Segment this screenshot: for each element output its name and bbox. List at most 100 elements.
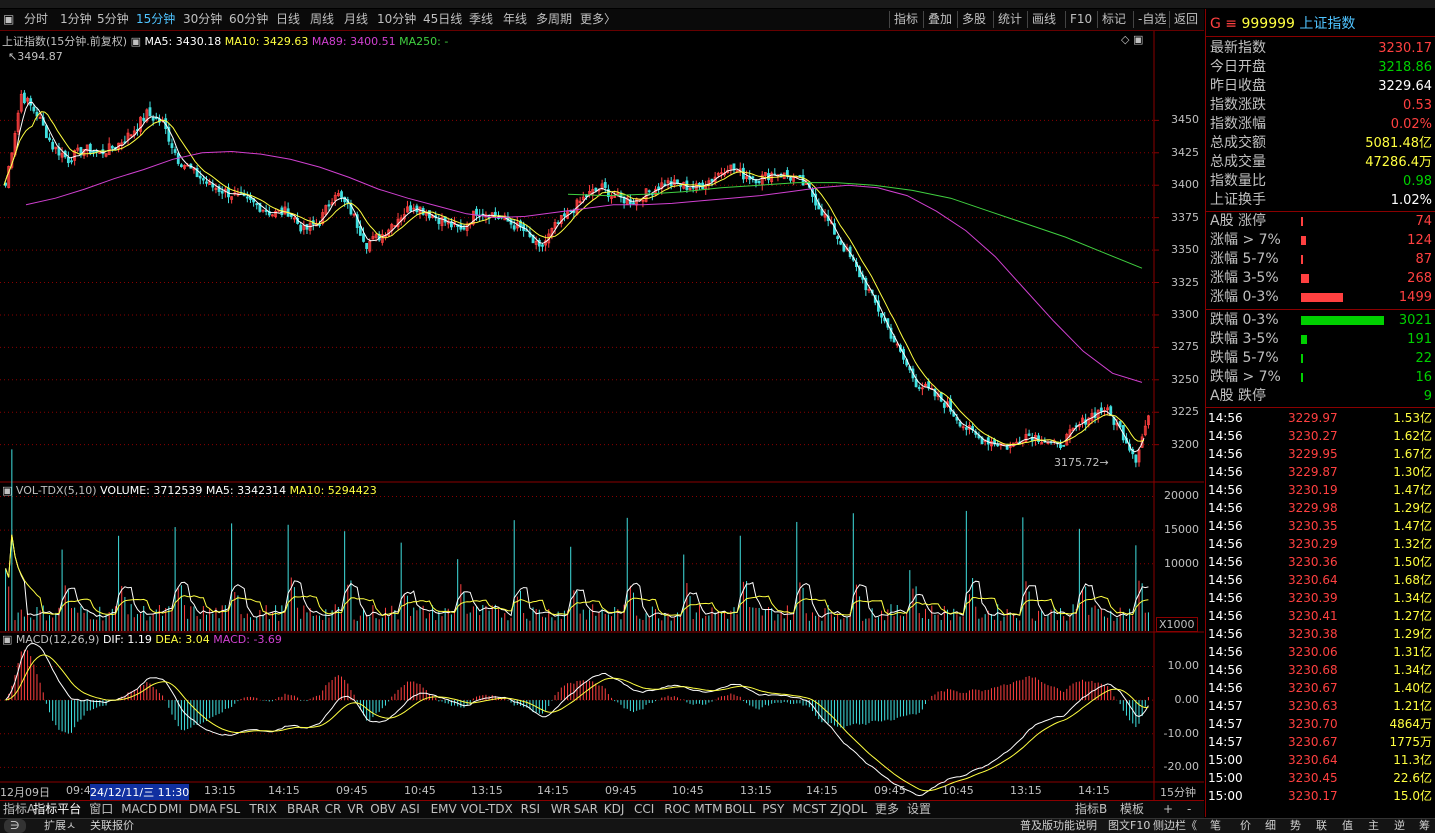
period-2[interactable]: 5分钟	[97, 12, 129, 27]
indicator-tab-14[interactable]: VOL-TDX	[461, 802, 513, 817]
candle	[512, 225, 516, 230]
indicator-tab-1[interactable]: 指标平台	[33, 802, 81, 817]
tool-separator	[889, 11, 890, 28]
status-right-0[interactable]: 普及版功能说明	[1020, 819, 1097, 833]
indicator-tab-6[interactable]: FSL	[219, 802, 240, 817]
indicator-tab-17[interactable]: SAR	[574, 802, 598, 817]
candle	[836, 236, 839, 240]
period-7[interactable]: 周线	[310, 12, 334, 27]
quote-row: 今日开盘 3218.86	[1208, 58, 1434, 77]
quote-value: 0.02%	[1390, 117, 1432, 132]
indicator-tab-19[interactable]: CCI	[634, 802, 654, 817]
vol-dropdown-icon[interactable]: ▣	[2, 484, 12, 497]
period-8[interactable]: 月线	[344, 12, 368, 27]
tool-0[interactable]: 指标	[894, 12, 918, 27]
period-0[interactable]: 分时	[24, 12, 48, 27]
quote-prefix[interactable]: G ≡	[1210, 16, 1237, 32]
tick-time: 14:56	[1208, 663, 1243, 677]
tool-4[interactable]: 画线	[1032, 12, 1056, 27]
expand-button[interactable]: 扩展ㅅ	[44, 819, 76, 833]
indicator-tab-20[interactable]: ROC	[664, 802, 690, 817]
tick-volume: 1.62亿	[1393, 429, 1432, 443]
indicator-right-tab-1[interactable]: 模板	[1120, 802, 1144, 817]
chart-dropdown-icon[interactable]: ▣	[131, 35, 141, 48]
period-13[interactable]: 多周期	[536, 12, 572, 27]
quote-label: 指数涨幅	[1210, 116, 1266, 132]
tool-7[interactable]: -自选	[1138, 12, 1166, 27]
indicator-tab-7[interactable]: TRIX	[249, 802, 276, 817]
status-right-6[interactable]: 势	[1290, 819, 1301, 833]
status-right-11[interactable]: 筹	[1419, 819, 1430, 833]
tool-2[interactable]: 多股	[962, 12, 986, 27]
indicator-tab-10[interactable]: VR	[347, 802, 364, 817]
period-11[interactable]: 季线	[469, 12, 493, 27]
tick-price: 3230.17	[1288, 789, 1338, 803]
tool-5[interactable]: F10	[1070, 12, 1092, 27]
tick-volume: 1.40亿	[1393, 681, 1432, 695]
indicator-tab-21[interactable]: MTM	[694, 802, 722, 817]
indicator-tab-12[interactable]: ASI	[400, 802, 419, 817]
status-right-2[interactable]: 侧边栏《	[1153, 819, 1197, 833]
ma250-legend: MA250: -	[399, 35, 449, 48]
indicator-tab-25[interactable]: ZJQDL	[830, 802, 867, 817]
chart-expand-icon[interactable]: ◇ ▣	[1121, 33, 1143, 46]
indicator-tab-26[interactable]: 更多	[875, 802, 899, 817]
period-4[interactable]: 30分钟	[183, 12, 222, 27]
indicator-tab-9[interactable]: CR	[325, 802, 342, 817]
status-right-5[interactable]: 细	[1265, 819, 1276, 833]
indicator-right-tab-0[interactable]: 指标B	[1075, 802, 1107, 817]
kline-chart[interactable]	[0, 31, 1204, 800]
tick-volume: 1.34亿	[1393, 591, 1432, 605]
period-10[interactable]: 45日线	[423, 12, 462, 27]
quote-row: 上证换手 1.02%	[1208, 191, 1434, 210]
status-right-4[interactable]: 价	[1240, 819, 1251, 833]
indicator-tab-0[interactable]: 指标A	[3, 802, 35, 817]
period-5[interactable]: 60分钟	[229, 12, 268, 27]
period-9[interactable]: 10分钟	[377, 12, 416, 27]
indicator-tab-8[interactable]: BRAR	[287, 802, 320, 817]
indicator-tab-5[interactable]: DMA	[189, 802, 217, 817]
period-14[interactable]: 更多〉	[580, 12, 616, 27]
indicator-tab-3[interactable]: MACD	[121, 802, 157, 817]
period-12[interactable]: 年线	[503, 12, 527, 27]
period-3[interactable]: 15分钟	[136, 12, 175, 27]
status-right-1[interactable]: 图文F10	[1108, 819, 1150, 833]
candle	[594, 187, 598, 192]
tool-8[interactable]: 返回	[1174, 12, 1198, 27]
x-axis-label: 14:15	[1078, 784, 1110, 797]
indicator-tab-16[interactable]: WR	[551, 802, 571, 817]
candle	[691, 186, 695, 189]
status-right-9[interactable]: 主	[1368, 819, 1379, 833]
macd-dropdown-icon[interactable]: ▣	[2, 633, 12, 646]
indicator-tab-18[interactable]: KDJ	[604, 802, 625, 817]
indicator-tab-24[interactable]: MCST	[792, 802, 826, 817]
breadth-label: 涨幅 > 7%	[1210, 232, 1281, 248]
indicator-right-tab-3[interactable]: -	[1187, 802, 1191, 817]
indicator-right-tab-2[interactable]: +	[1163, 802, 1173, 817]
macd-tick: 0.00	[1174, 693, 1200, 707]
toolbar-menu-icon[interactable]: ▣	[3, 12, 14, 27]
indicator-tab-13[interactable]: EMV	[431, 802, 457, 817]
quote-value: 47286.4万	[1365, 155, 1432, 170]
status-right-8[interactable]: 值	[1342, 819, 1353, 833]
candle	[1027, 433, 1031, 436]
period-6[interactable]: 日线	[276, 12, 300, 27]
status-right-7[interactable]: 联	[1316, 819, 1327, 833]
tool-1[interactable]: 叠加	[928, 12, 952, 27]
tool-3[interactable]: 统计	[998, 12, 1022, 27]
indicator-tab-15[interactable]: RSI	[521, 802, 541, 817]
related-quote-button[interactable]: 关联报价	[90, 819, 134, 833]
tick-price: 3229.98	[1288, 501, 1338, 515]
indicator-tab-22[interactable]: BOLL	[725, 802, 756, 817]
indicator-tab-27[interactable]: 设置	[907, 802, 931, 817]
status-right-10[interactable]: 逆	[1394, 819, 1405, 833]
indicator-tab-11[interactable]: OBV	[370, 802, 396, 817]
indicator-tab-2[interactable]: 窗口	[89, 802, 113, 817]
indicator-tab-23[interactable]: PSY	[762, 802, 784, 817]
indicator-tab-4[interactable]: DMI	[159, 802, 182, 817]
status-toggle-button[interactable]: ∋	[4, 819, 26, 833]
candle	[220, 190, 224, 194]
period-1[interactable]: 1分钟	[60, 12, 92, 27]
tool-6[interactable]: 标记	[1102, 12, 1126, 27]
status-right-3[interactable]: 笔	[1210, 819, 1221, 833]
